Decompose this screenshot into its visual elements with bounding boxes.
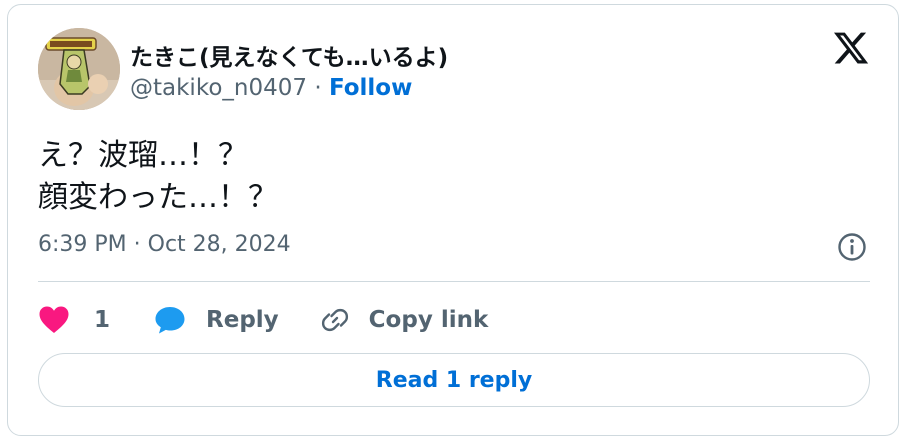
- follow-link[interactable]: Follow: [329, 75, 412, 101]
- like-button[interactable]: 1: [38, 305, 110, 335]
- read-replies-button[interactable]: Read 1 reply: [38, 353, 870, 407]
- tweet-text: え？波瑠…！？ 顔変わった…！？: [38, 135, 278, 219]
- avatar-keychain-photo: [38, 28, 120, 110]
- divider: [38, 281, 870, 282]
- tweet-line: 顔変わった…！？: [38, 180, 278, 215]
- heart-icon: [39, 306, 69, 333]
- author-avatar[interactable]: [38, 28, 120, 110]
- speech-bubble-icon: [155, 307, 185, 334]
- reply-label: Reply: [206, 307, 279, 333]
- author-handle[interactable]: @takiko_n0407: [130, 75, 307, 101]
- read-replies-label: Read 1 reply: [375, 367, 533, 393]
- tweet-line: え？波瑠…！？: [38, 138, 248, 173]
- info-icon[interactable]: [836, 231, 868, 263]
- x-logo-icon[interactable]: [832, 29, 870, 67]
- embedded-tweet-card: たきこ(見えなくても…いるよ) @takiko_n0407 · Follow え…: [7, 4, 899, 436]
- copy-link-button[interactable]: Copy link: [319, 304, 489, 336]
- separator-dot: ·: [307, 75, 329, 101]
- author-display-name[interactable]: たきこ(見えなくても…いるよ): [130, 38, 448, 72]
- tweet-timestamp[interactable]: 6:39 PM · Oct 28, 2024: [38, 232, 291, 257]
- author-handle-row: @takiko_n0407 · Follow: [130, 75, 412, 101]
- tweet-actions: 1 Reply Copy link: [38, 297, 488, 343]
- link-icon: [321, 308, 348, 332]
- like-count: 1: [94, 307, 111, 333]
- reply-button[interactable]: Reply: [154, 305, 279, 335]
- copy-link-label: Copy link: [368, 307, 489, 333]
